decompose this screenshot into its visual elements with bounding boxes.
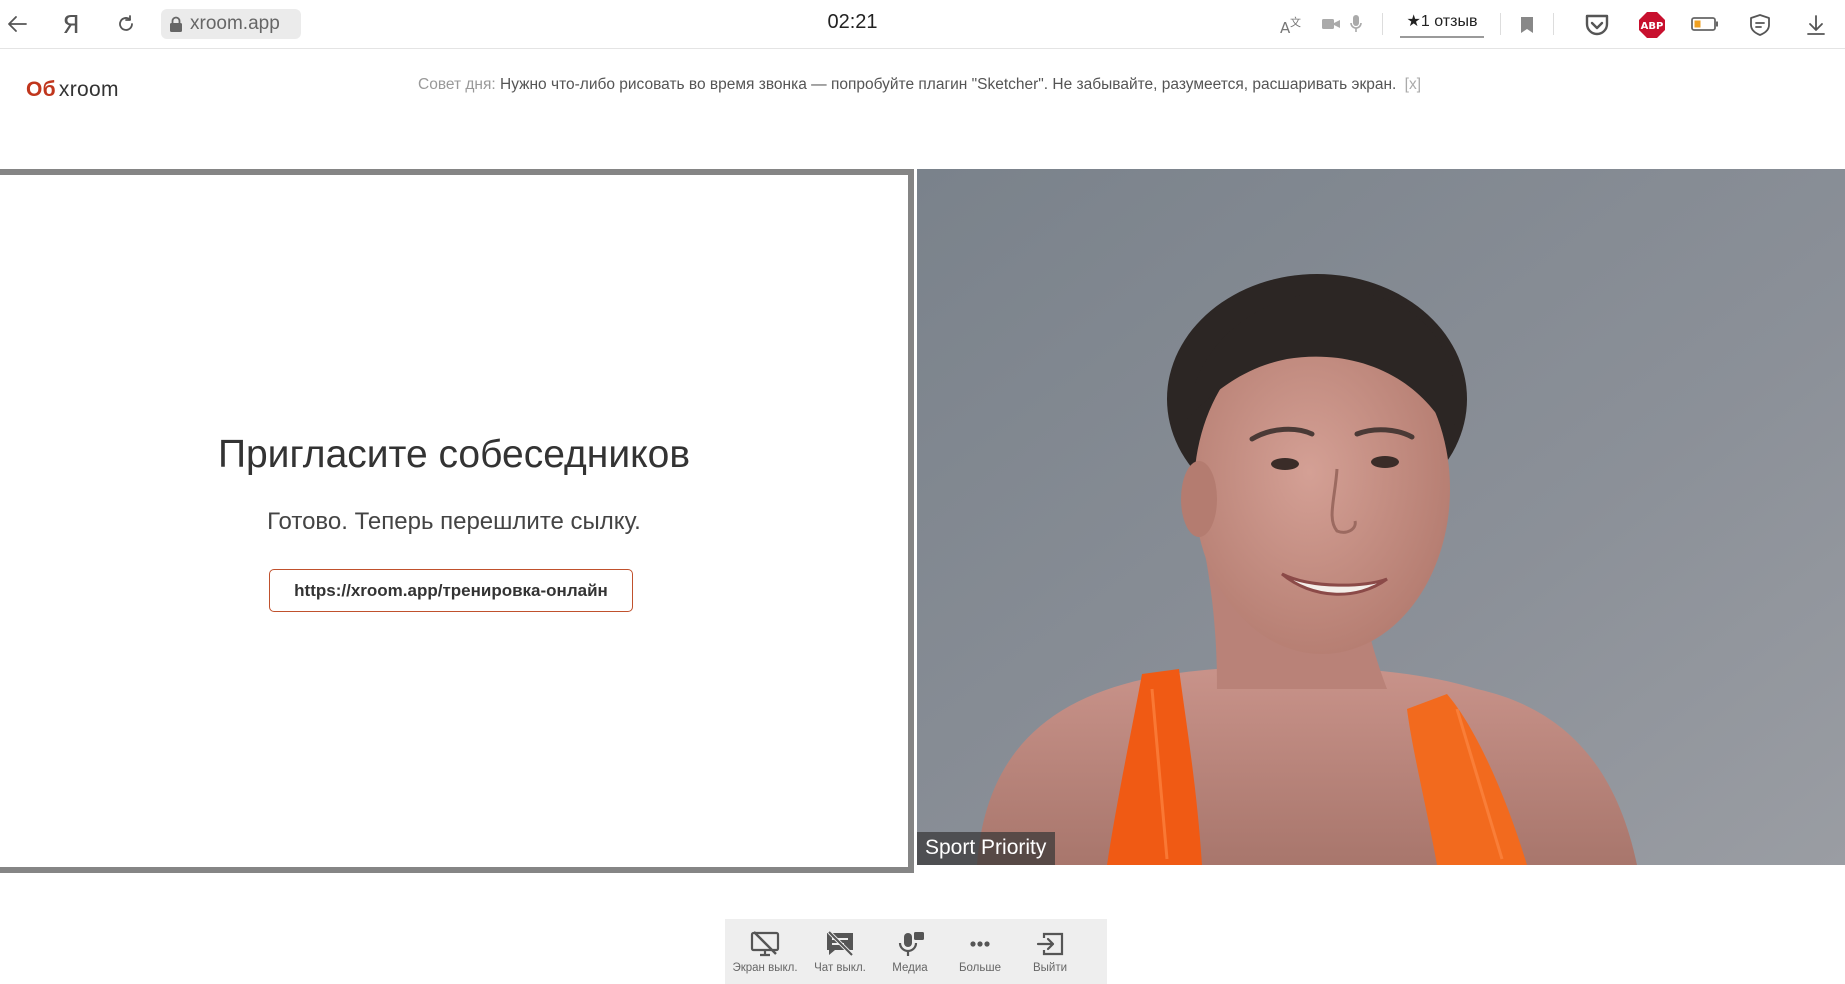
more-icon xyxy=(970,941,990,947)
participant-name-label: Sport Priority xyxy=(917,832,1056,865)
tip-text: Нужно что-либо рисовать во время звонка … xyxy=(500,76,1397,93)
svg-text:文: 文 xyxy=(1290,15,1301,29)
download-icon xyxy=(1807,15,1825,35)
arrow-left-icon xyxy=(8,16,27,32)
logo-name: xroom xyxy=(58,78,119,101)
divider xyxy=(1553,13,1554,35)
address-bar[interactable]: xroom.app xyxy=(161,9,301,39)
logo-mark: Об xyxy=(26,78,56,101)
media-button[interactable]: Медиа xyxy=(875,919,945,984)
yandex-button[interactable]: Я xyxy=(58,8,84,40)
adblock-icon: ABP xyxy=(1639,12,1665,38)
invite-subtitle: Готово. Теперь перешлите сылку. xyxy=(267,508,641,535)
screen-off-icon xyxy=(750,931,780,957)
bookmark-button[interactable] xyxy=(1515,12,1539,38)
video-frame xyxy=(917,169,1845,865)
divider xyxy=(1382,13,1383,35)
adblock-button[interactable]: ABP xyxy=(1637,10,1667,40)
reload-button[interactable] xyxy=(112,10,140,38)
clock: 02:21 xyxy=(827,11,878,33)
more-button[interactable]: Больше xyxy=(945,919,1015,984)
tip-prefix: Совет дня: xyxy=(418,76,496,93)
xroom-logo[interactable]: Об xroom xyxy=(26,78,119,102)
tip-close-button[interactable]: [x] xyxy=(1405,76,1421,93)
screen-share-toggle[interactable]: Экран выкл. xyxy=(725,919,805,984)
microphone-icon xyxy=(1350,15,1362,32)
toolbar-label: Медиа xyxy=(892,962,928,974)
shield-icon xyxy=(1750,14,1770,36)
reload-icon xyxy=(119,15,133,31)
pocket-icon xyxy=(1585,14,1609,36)
divider xyxy=(1500,13,1501,35)
bookmark-icon xyxy=(1521,17,1533,33)
participant-video[interactable]: Sport Priority xyxy=(917,169,1845,865)
browser-toolbar: Я xroom.app 02:21 A 文 ★1 отзыв ABP xyxy=(0,0,1845,49)
chat-off-icon xyxy=(827,931,854,957)
battery-button[interactable] xyxy=(1690,13,1720,35)
translate-button[interactable]: A 文 xyxy=(1278,12,1304,38)
media-icon xyxy=(898,932,924,956)
back-button[interactable] xyxy=(2,10,32,38)
toolbar-label: Выйти xyxy=(1032,962,1068,974)
battery-icon xyxy=(1691,17,1718,31)
exit-button[interactable]: Выйти xyxy=(1015,919,1085,984)
camera-indicator[interactable] xyxy=(1320,14,1342,34)
microphone-indicator[interactable] xyxy=(1346,13,1366,35)
camera-icon xyxy=(1322,19,1340,29)
svg-text:ABP: ABP xyxy=(1641,21,1664,32)
toolbar-label: Экран выкл. xyxy=(732,962,798,974)
invite-panel: Пригласите собеседников Готово. Теперь п… xyxy=(0,169,914,873)
download-button[interactable] xyxy=(1802,11,1830,39)
tip-of-the-day: Совет дня: Нужно что-либо рисовать во вр… xyxy=(418,76,1478,94)
invite-title: Пригласите собеседников xyxy=(217,433,691,476)
call-toolbar: Экран выкл. Чат выкл. Медиа Больше Выйти xyxy=(725,919,1107,984)
reviews-button[interactable]: ★1 отзыв xyxy=(1400,6,1484,38)
protect-button[interactable] xyxy=(1746,11,1774,39)
pocket-button[interactable] xyxy=(1582,11,1612,39)
chat-toggle[interactable]: Чат выкл. xyxy=(805,919,875,984)
exit-icon xyxy=(1036,932,1064,956)
toolbar-label: Чат выкл. xyxy=(814,962,866,974)
invite-link-box[interactable]: https://xroom.app/тренировка-онлайн xyxy=(269,569,633,612)
url-text: xroom.app xyxy=(190,13,280,34)
lock-icon xyxy=(170,16,182,32)
translate-icon: A 文 xyxy=(1280,15,1301,36)
toolbar-label: Больше xyxy=(958,962,1001,974)
